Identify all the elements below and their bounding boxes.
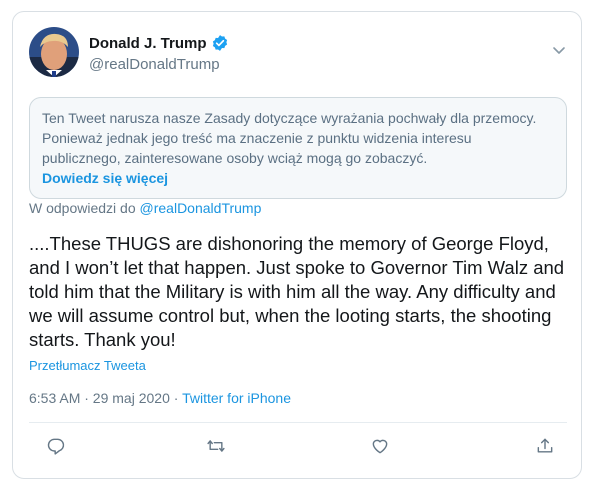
author-handle[interactable]: @realDonaldTrump [89,56,220,73]
reply-context: W odpowiedzi do @realDonaldTrump [29,200,261,216]
policy-notice: Ten Tweet narusza nasze Zasady dotyczące… [29,97,567,199]
tweet-meta: 6:53 AM · 29 maj 2020 · Twitter for iPho… [29,390,291,406]
learn-more-link[interactable]: Dowiedz się więcej [42,168,168,188]
verified-badge-icon [211,34,229,52]
tweet-text: ....These THUGS are dishonoring the memo… [29,233,565,350]
reply-mention-link[interactable]: @realDonaldTrump [140,200,262,216]
tweet-timestamp[interactable]: 6:53 AM · 29 maj 2020 · [29,390,178,406]
reply-prefix: W odpowiedzi do [29,200,136,216]
translate-tweet-link[interactable]: Przetłumacz Tweeta [29,358,146,373]
action-bar [13,436,583,460]
retweet-icon[interactable] [206,436,226,456]
chevron-down-icon[interactable] [551,42,567,58]
notice-text: Ten Tweet narusza nasze Zasady dotyczące… [42,110,537,166]
tweet-card: Donald J. Trump @realDonaldTrump Ten Twe… [12,11,582,479]
share-icon[interactable] [535,436,555,456]
reply-icon[interactable] [46,436,66,456]
like-heart-icon[interactable] [370,436,390,456]
author-name[interactable]: Donald J. Trump [89,35,207,52]
avatar[interactable] [29,27,79,77]
tweet-source-link[interactable]: Twitter for iPhone [182,390,291,406]
author-row: Donald J. Trump [89,34,229,52]
divider [29,422,567,423]
avatar-image [29,27,79,77]
